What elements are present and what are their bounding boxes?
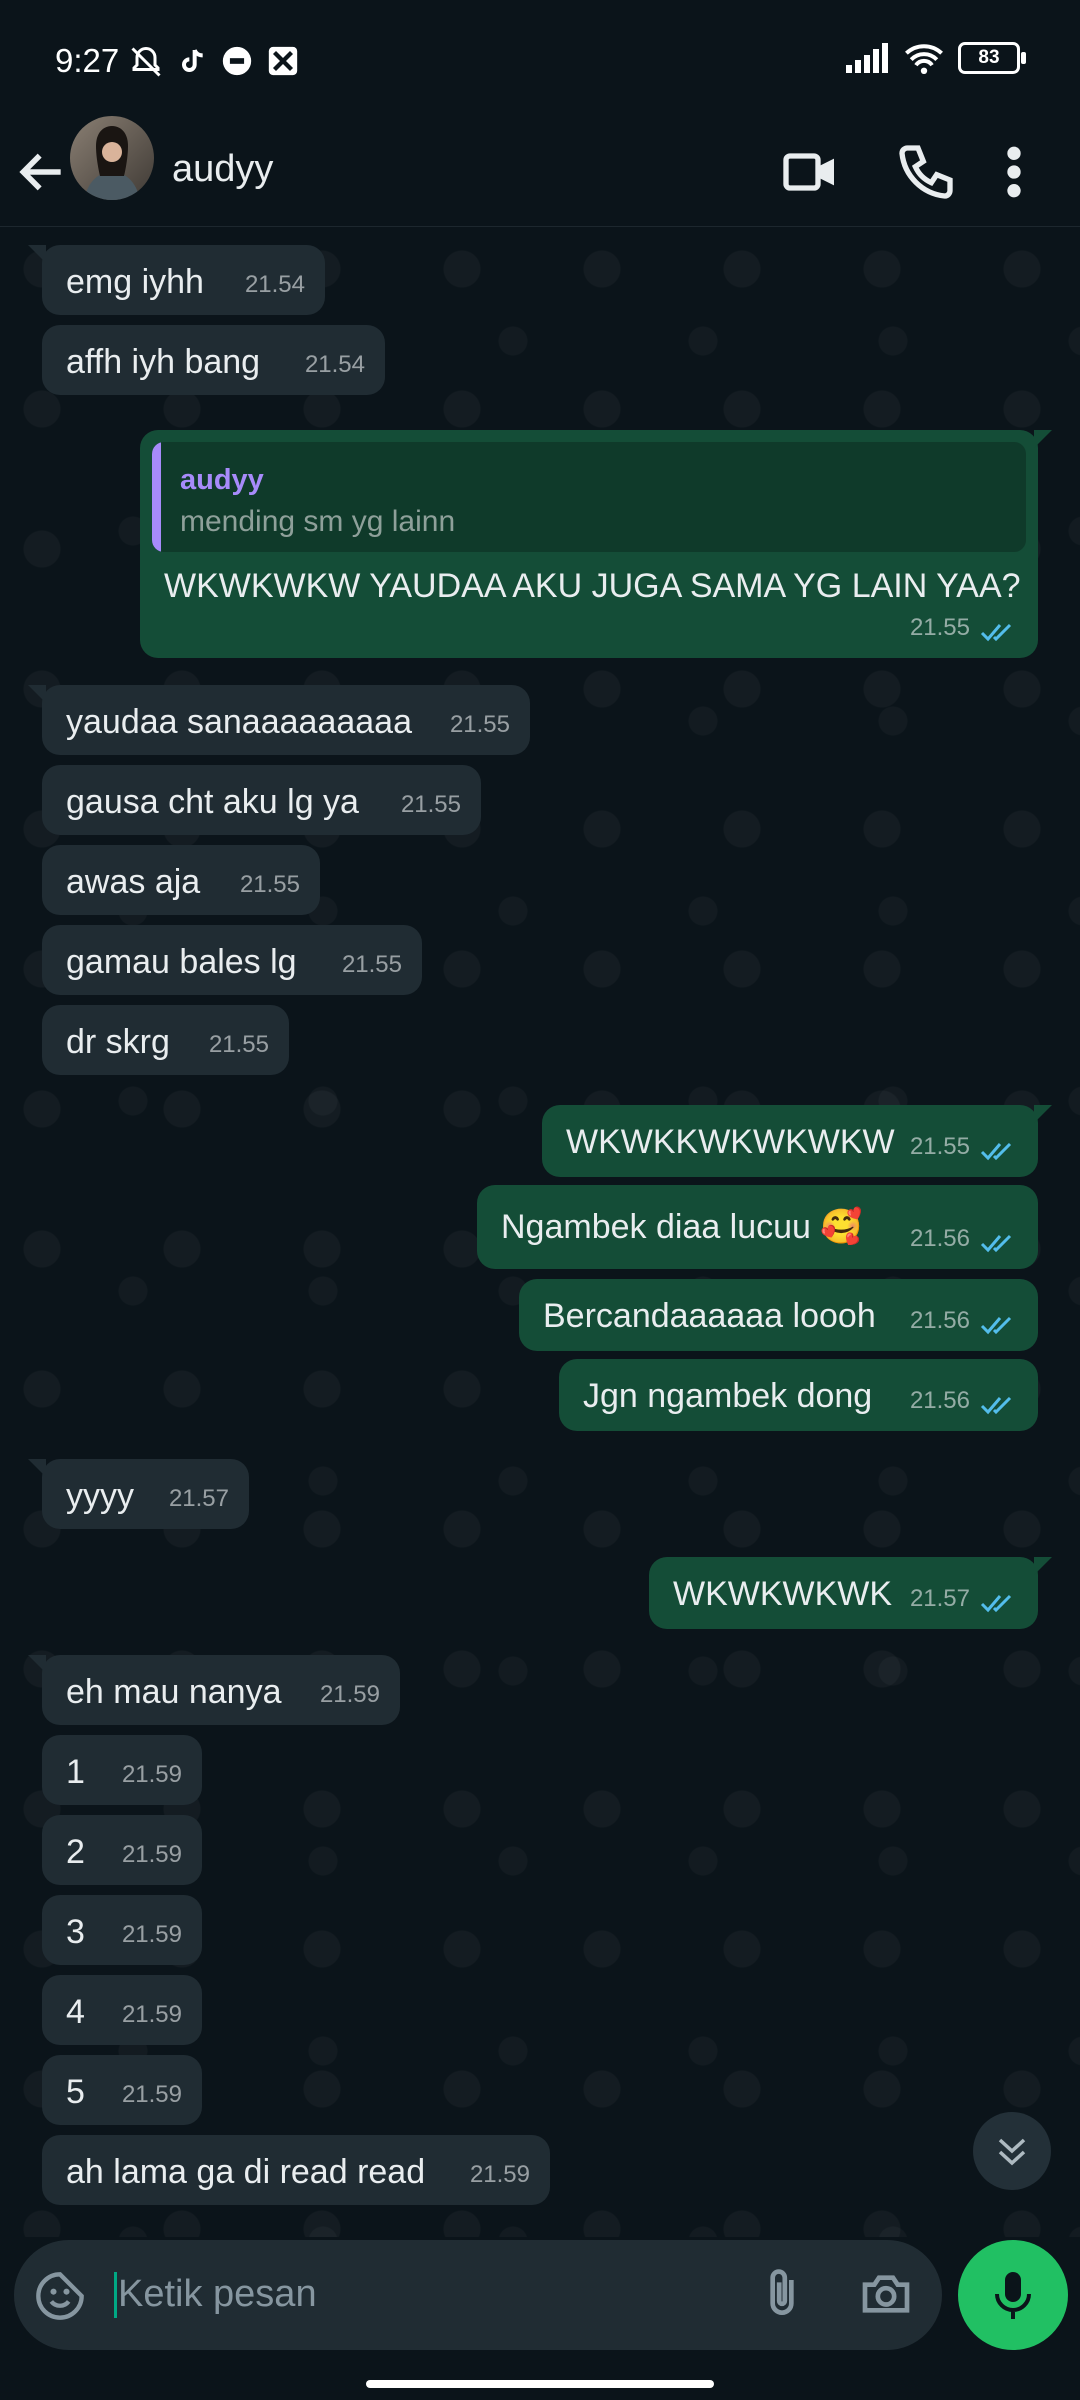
message-incoming[interactable]: ah lama ga di read read 21.59 bbox=[42, 2135, 550, 2205]
more-options-icon[interactable] bbox=[994, 140, 1034, 204]
message-outgoing[interactable]: Ngambek diaa lucuu 🥰 21.56 bbox=[477, 1185, 1038, 1269]
message-incoming[interactable]: dr skrg 21.55 bbox=[42, 1005, 289, 1075]
voice-call-icon[interactable] bbox=[894, 140, 958, 204]
camera-icon[interactable] bbox=[856, 2266, 916, 2322]
message-incoming[interactable]: 1 21.59 bbox=[42, 1735, 202, 1805]
read-ticks-icon bbox=[980, 1142, 1012, 1161]
contact-name[interactable]: audyy bbox=[172, 148, 273, 191]
microphone-icon bbox=[995, 2272, 1031, 2319]
message-input[interactable]: Ketik pesan bbox=[118, 2273, 317, 2316]
message-incoming[interactable]: affh iyh bang 21.54 bbox=[42, 325, 385, 395]
voice-record-button[interactable] bbox=[958, 2240, 1068, 2350]
message-outgoing[interactable]: Jgn ngambek dong 21.56 bbox=[559, 1359, 1038, 1431]
home-indicator[interactable] bbox=[366, 2380, 714, 2388]
text-cursor bbox=[114, 2272, 117, 2318]
message-incoming[interactable]: yaudaa sanaaaaaaaaa 21.55 bbox=[28, 685, 530, 755]
message-outgoing-reply[interactable]: audyy mending sm yg lainn WKWKWKW YAUDAA… bbox=[140, 430, 1052, 658]
wifi-icon bbox=[905, 44, 943, 74]
attach-paperclip-icon[interactable] bbox=[754, 2266, 810, 2322]
tiktok-icon bbox=[182, 49, 203, 72]
notification-icons bbox=[128, 44, 300, 80]
contact-avatar[interactable] bbox=[70, 116, 154, 200]
message-incoming[interactable]: 4 21.59 bbox=[42, 1975, 202, 2045]
status-time: 9:27 bbox=[55, 42, 120, 79]
message-composer: Ketik pesan bbox=[14, 2240, 942, 2350]
app-square-icon bbox=[268, 46, 298, 76]
video-call-icon[interactable] bbox=[778, 140, 842, 204]
system-icons: 83 bbox=[846, 42, 1026, 74]
message-outgoing[interactable]: Bercandaaaaaa loooh 21.56 bbox=[519, 1279, 1038, 1351]
message-outgoing[interactable]: WKWKWKWK 21.57 bbox=[649, 1557, 1052, 1629]
message-incoming[interactable]: 2 21.59 bbox=[42, 1815, 202, 1885]
message-incoming[interactable]: 5 21.59 bbox=[42, 2055, 202, 2125]
chat-area[interactable]: emg iyhh 21.54 affh iyh bang 21.54 audyy… bbox=[0, 227, 1080, 2237]
read-ticks-icon bbox=[980, 623, 1012, 642]
chat-header: audyy bbox=[0, 118, 1080, 227]
message-incoming[interactable]: 3 21.59 bbox=[42, 1895, 202, 1965]
status-bar: 9:27 83 bbox=[0, 0, 1080, 118]
quoted-message[interactable]: audyy mending sm yg lainn bbox=[152, 442, 1026, 552]
read-ticks-icon bbox=[980, 1396, 1012, 1415]
message-incoming[interactable]: gausa cht aku lg ya 21.55 bbox=[42, 765, 481, 835]
app-circle-icon bbox=[222, 46, 252, 76]
message-incoming[interactable]: gamau bales lg 21.55 bbox=[42, 925, 422, 995]
battery-indicator: 83 bbox=[958, 42, 1026, 74]
muted-bell-icon bbox=[131, 46, 161, 77]
message-outgoing[interactable]: WKWKKWKWKWKW 21.55 bbox=[542, 1105, 1052, 1177]
read-ticks-icon bbox=[980, 1316, 1012, 1335]
scroll-to-bottom-button[interactable] bbox=[973, 2112, 1051, 2190]
read-ticks-icon bbox=[980, 1594, 1012, 1613]
signal-icon bbox=[846, 43, 888, 73]
read-ticks-icon bbox=[980, 1234, 1012, 1253]
message-incoming[interactable]: emg iyhh 21.54 bbox=[28, 245, 325, 315]
sticker-emoji-icon[interactable] bbox=[34, 2270, 86, 2322]
back-arrow-icon[interactable] bbox=[14, 142, 70, 202]
message-incoming[interactable]: eh mau nanya 21.59 bbox=[28, 1655, 400, 1725]
quoted-text: mending sm yg lainn bbox=[180, 505, 456, 538]
message-incoming[interactable]: yyyy 21.57 bbox=[28, 1459, 249, 1529]
message-incoming[interactable]: awas aja 21.55 bbox=[42, 845, 320, 915]
double-chevron-down-icon bbox=[998, 2138, 1026, 2166]
quoted-sender: audyy bbox=[180, 464, 264, 496]
